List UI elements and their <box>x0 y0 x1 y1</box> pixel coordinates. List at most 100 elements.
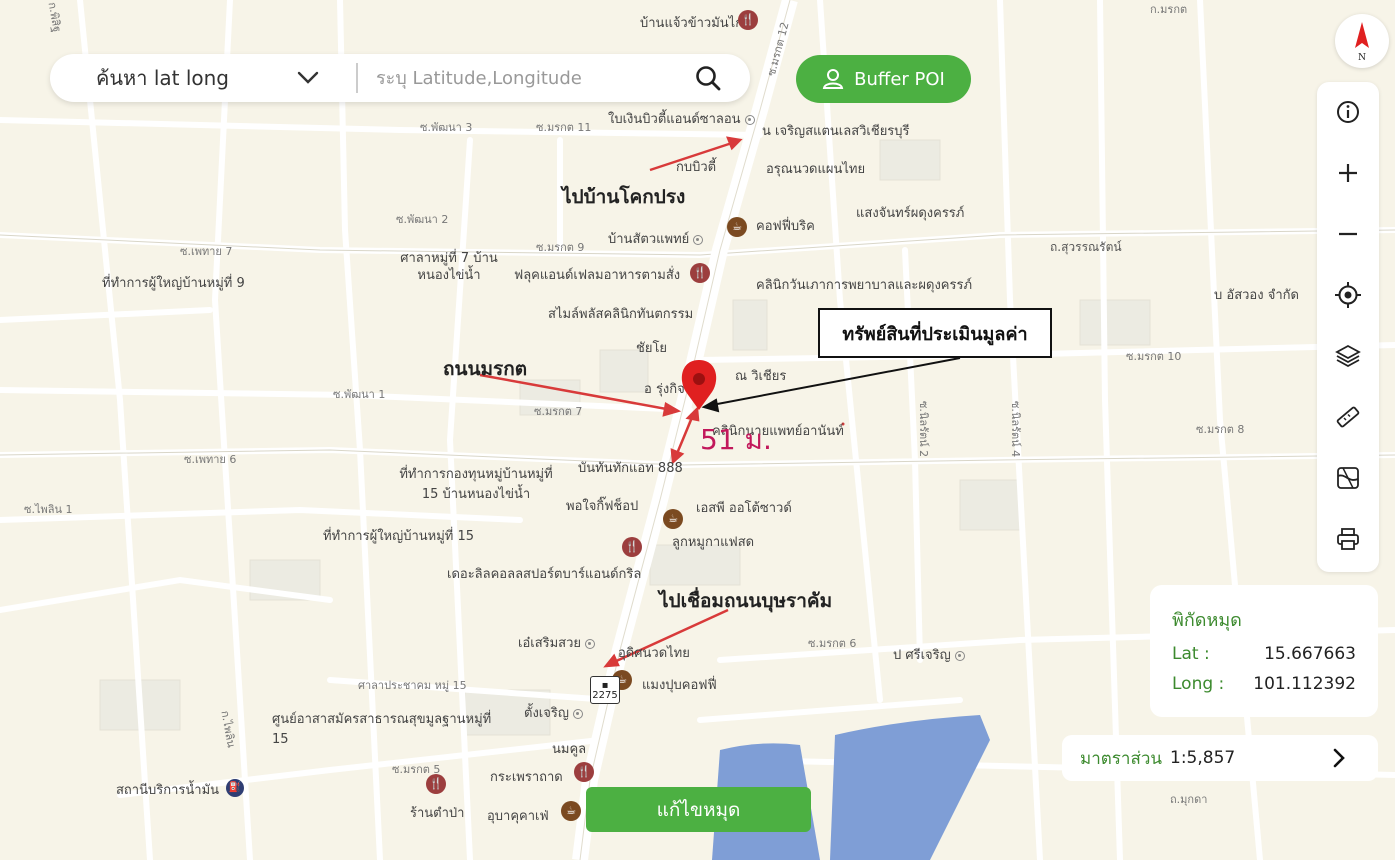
appraised-property-label: ทรัพย์สินที่ประเมินมูลค่า <box>818 308 1052 358</box>
layers-button[interactable] <box>1332 340 1364 372</box>
long-label: Long : <box>1172 674 1225 694</box>
road-label: ซ.มรกต 7 <box>534 405 583 418</box>
place-label[interactable]: อุดิศนวดไทย <box>618 642 690 663</box>
poi-icon <box>744 114 755 125</box>
place-label[interactable]: ตั้งเจริญ <box>524 702 583 723</box>
cafe-icon[interactable]: ☕ <box>561 801 581 821</box>
place-label[interactable]: เดอะลิลคอลลสปอร์ตบาร์แอนด์กริล <box>447 563 641 584</box>
place-label[interactable]: ฟลุคแอนด์เฟลมอาหารตามสั่ง <box>514 264 680 285</box>
restaurant-icon[interactable]: 🍴 <box>622 537 642 557</box>
place-label[interactable]: แสงจันทร์ผดุงครรภ์ <box>856 202 964 223</box>
lat-value: 15.667663 <box>1264 644 1356 664</box>
lat-row: Lat : 15.667663 <box>1172 644 1356 664</box>
place-label[interactable]: คลินิกวันเภาการพยาบาลและผดุงครรภ์ <box>756 274 972 295</box>
cafe-icon[interactable]: ☕ <box>727 217 747 237</box>
place-label[interactable]: เอ๋เสริมสวย <box>518 632 596 653</box>
place-label[interactable]: กระเพราถาด <box>490 766 563 787</box>
place-label[interactable]: ศาลาหมู่ที่ 7 บ้านหนองไข่น้ำ <box>394 250 504 284</box>
poi-icon <box>693 234 704 245</box>
coordinate-panel: พิกัดหมุด Lat : 15.667663 Long : 101.112… <box>1150 585 1378 717</box>
fuel-station-icon[interactable]: ⛽ <box>226 779 244 797</box>
place-label[interactable]: ป ศรีเจริญ <box>893 644 965 665</box>
place-label[interactable]: ใบเงินบิวตี้แอนด์ซาลอน <box>608 108 755 129</box>
zoom-out-button[interactable] <box>1332 218 1364 250</box>
buffer-poi-button[interactable]: Buffer POI <box>796 55 971 103</box>
zoom-in-icon <box>1339 164 1357 182</box>
place-label[interactable]: ร้านตำป่า <box>410 802 464 823</box>
search-icon[interactable] <box>694 64 722 92</box>
place-label[interactable]: ลูกหมูกาแฟสด <box>672 531 754 552</box>
search-input[interactable] <box>376 67 676 89</box>
info-button[interactable] <box>1332 96 1364 128</box>
place-label[interactable]: เอสพี ออโต้ซาวด์ <box>696 497 792 518</box>
place-label[interactable]: ที่ทำการผู้ใหญ่บ้านหมู่ที่ 15 <box>323 525 474 546</box>
locate-icon <box>1335 282 1361 308</box>
layers-icon <box>1335 344 1361 368</box>
road-label: ซ.เพทาย 7 <box>180 245 233 258</box>
route-shield: ▪ 2275 <box>590 676 620 704</box>
road-label: ซ.พัฒนา 1 <box>333 388 386 401</box>
chevron-right-icon <box>1333 748 1345 768</box>
map-type-button[interactable] <box>1332 462 1364 494</box>
place-label[interactable]: ศูนย์อาสาสมัครสาธารณสุขมูลฐานหมู่ที่ 15 <box>272 710 498 750</box>
lat-label: Lat : <box>1172 644 1210 664</box>
place-label[interactable]: บ้านสัตวแพทย์ <box>608 228 704 249</box>
print-icon <box>1337 528 1359 550</box>
place-label[interactable]: อรุณนวดแผนไทย <box>766 158 865 179</box>
place-label[interactable]: พอใจกิ๊ฟช็อป <box>566 495 638 516</box>
map-canvas[interactable] <box>0 0 1395 860</box>
place-label[interactable]: บ้านแจ้วข้าวมันไก่ <box>640 12 743 33</box>
ruler-button[interactable] <box>1332 401 1364 433</box>
place-label[interactable]: ที่ทำการกองทุนหมู่บ้านหมู่ที่ 15 บ้านหนอ… <box>396 465 556 505</box>
scale-value: 1:5,857 <box>1170 748 1236 768</box>
road-label: ซ.มรกต 5 <box>392 763 441 776</box>
road-label: ซ.มรกต 6 <box>808 637 857 650</box>
search-mode-label: ค้นหา lat long <box>96 66 229 90</box>
restaurant-icon[interactable]: 🍴 <box>574 762 594 782</box>
user-icon <box>822 69 844 89</box>
place-label[interactable]: ชัยโย <box>636 337 667 358</box>
annotation-road-morakot: ถนนมรกต <box>443 358 528 380</box>
print-button[interactable] <box>1332 523 1364 555</box>
road-label: ถ.มุกดา <box>1170 793 1208 806</box>
road-label: ซ.มรกต 10 <box>1126 350 1182 363</box>
place-label[interactable]: ศาลาประชาคม หมู่ 15 <box>358 676 467 694</box>
road-label: ซ.มรกต 9 <box>536 241 585 254</box>
distance-label: 51 ม. <box>700 423 772 456</box>
svg-text:N: N <box>1358 53 1366 63</box>
scale-panel[interactable]: มาตราส่วน 1:5,857 <box>1062 735 1378 781</box>
cafe-icon[interactable]: ☕ <box>663 509 683 529</box>
locate-button[interactable] <box>1332 279 1364 311</box>
poi-icon <box>572 708 583 719</box>
place-label[interactable]: อุบาคุคาเฟ่ <box>487 805 549 826</box>
map-icon <box>1337 467 1359 489</box>
map-toolbar <box>1317 82 1379 572</box>
place-label[interactable]: บันทันทักแอท 888 <box>578 457 683 478</box>
compass-button[interactable]: N <box>1335 14 1389 68</box>
place-label[interactable]: สไมล์พลัสคลินิกทันตกรรม <box>548 303 693 324</box>
place-label[interactable]: กบบิวตี้ <box>676 156 716 177</box>
zoom-in-button[interactable] <box>1332 157 1364 189</box>
road-label: ซ.มรกต 8 <box>1196 423 1245 436</box>
annotation-to-buracham: ไปเชื่อมถนนบุษราคัม <box>659 590 833 612</box>
edit-pin-label: แก้ไขหมุด <box>656 798 741 821</box>
road-label: ซ.มรกต 11 <box>536 121 592 134</box>
place-label[interactable]: อ รุ่งกิจ <box>644 378 685 399</box>
place-label[interactable]: บ อัสวอง จำกัด <box>1214 284 1299 305</box>
place-label[interactable]: คอฟฟี่บริค <box>756 215 815 236</box>
annotation-to-khok-prong: ไปบ้านโคกปรง <box>562 186 686 208</box>
place-label[interactable]: นมคูล <box>552 738 586 759</box>
restaurant-icon[interactable]: 🍴 <box>690 263 710 283</box>
place-label[interactable]: น เจริญสแตนเลสวิเชียรบุรี <box>762 120 910 141</box>
search-mode-dropdown[interactable]: ค้นหา lat long <box>50 54 356 102</box>
place-label[interactable]: ณ วิเชียร <box>735 365 786 386</box>
search-bar: ค้นหา lat long <box>50 54 750 102</box>
edit-pin-button[interactable]: แก้ไขหมุด <box>586 787 811 832</box>
road-label: ซ.พัฒนา 2 <box>396 213 449 226</box>
poi-icon <box>954 650 965 661</box>
place-label[interactable]: สถานีบริการน้ำมัน <box>116 779 219 800</box>
place-label[interactable]: ที่ทำการผู้ใหญ่บ้านหมู่ที่ 9 <box>102 272 245 293</box>
restaurant-icon[interactable]: 🍴 <box>738 10 758 30</box>
place-label[interactable]: แมงปุบคอฟฟี่ <box>642 674 717 695</box>
road-label: ซ.ไพลิน 1 <box>24 503 73 516</box>
